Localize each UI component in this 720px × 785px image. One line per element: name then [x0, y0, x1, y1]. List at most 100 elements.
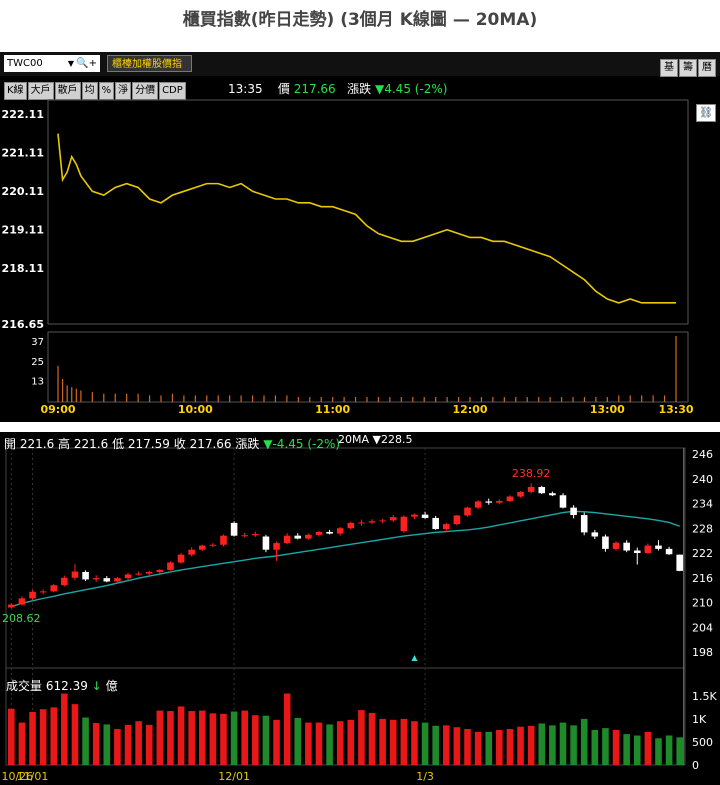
- price-ytick-label: 219.11: [2, 223, 44, 236]
- tab-net[interactable]: 淨: [115, 82, 132, 100]
- intraday-quote-bar: K線 大戶 散戶均% 淨分價 CDP 13:35 價 217.66 漲跌 ▼4.45 (…: [0, 76, 720, 100]
- candle-body: [220, 535, 227, 545]
- volume-bar: [457, 397, 460, 402]
- candle-body: [549, 493, 556, 496]
- volume-bar: [464, 729, 471, 765]
- volume-bar: [559, 722, 567, 765]
- kline-ytick-label: 204: [692, 621, 713, 634]
- link-icon[interactable]: ⛓: [696, 104, 716, 122]
- volume-ytick-label: 1K: [692, 713, 707, 726]
- tab-retail[interactable]: 散戶: [54, 82, 81, 100]
- volume-bar: [663, 395, 666, 402]
- volume-bar: [366, 397, 368, 402]
- candle-body: [18, 598, 26, 605]
- volume-bar: [560, 397, 563, 402]
- kline-ytick-label: 198: [692, 646, 713, 659]
- volume-bar: [71, 704, 79, 765]
- candle-body: [124, 574, 132, 579]
- candle-body: [61, 577, 68, 586]
- volume-bar: [595, 397, 597, 402]
- time-xtick-label: 12:00: [452, 403, 487, 416]
- chips-button[interactable]: 籌: [679, 59, 697, 77]
- volume-bar: [8, 708, 15, 765]
- high-value: 221.6: [73, 437, 109, 451]
- volume-bar: [274, 395, 277, 402]
- volume-bar: [675, 336, 677, 402]
- volume-ytick-label: 0: [692, 759, 699, 772]
- volume-bar: [61, 693, 68, 765]
- volume-bar: [570, 725, 577, 765]
- volume-bar: [309, 397, 311, 402]
- volume-bar: [549, 725, 556, 765]
- volume-ytick-label: 1.5K: [692, 690, 717, 703]
- volume-bar: [411, 721, 418, 765]
- candle-body: [336, 528, 344, 534]
- volume-bar: [612, 729, 620, 765]
- tab-price-volume[interactable]: 分價: [132, 82, 159, 100]
- candle-body: [294, 535, 302, 539]
- price-value: 217.66: [293, 82, 336, 96]
- candle-body: [443, 524, 450, 530]
- volume-bar: [18, 722, 26, 765]
- candle-body: [676, 554, 683, 571]
- price-ytick-label: 220.11: [2, 185, 44, 198]
- volume-bar: [358, 710, 365, 765]
- volume-down-arrow-icon: ↓: [91, 679, 102, 693]
- candle-body: [50, 585, 58, 592]
- volume-bar: [583, 397, 586, 402]
- volume-bar: [515, 397, 517, 402]
- volume-bar: [75, 388, 77, 402]
- close-value: 217.66: [189, 437, 232, 451]
- volume-bar: [114, 729, 121, 765]
- calendar-button[interactable]: 曆: [698, 59, 716, 77]
- volume-bar: [252, 715, 259, 765]
- page-title: 櫃買指數(昨日走勢) (3個月 K線圖 — 20MA): [182, 10, 538, 30]
- intraday-chart: 222.11 221.11 220.11 219.11 218.11 216.65 37 25…: [2, 99, 694, 416]
- tab-percent[interactable]: %: [98, 82, 115, 100]
- volume-bar: [641, 395, 643, 402]
- volume-bar: [124, 724, 132, 765]
- ma-legend: 20MA ▼228.5: [338, 433, 412, 446]
- tab-average[interactable]: 均: [81, 82, 98, 100]
- price-line-series: [57, 133, 676, 304]
- volume-bar: [368, 712, 376, 765]
- chevron-down-icon[interactable]: ▼: [68, 55, 74, 72]
- volume-bar: [39, 709, 47, 765]
- zoom-plus-icon[interactable]: 🔍+: [76, 55, 97, 72]
- volume-bar: [220, 713, 227, 765]
- volume-bar: [326, 724, 333, 765]
- candle-body: [538, 487, 546, 494]
- candle-body: [655, 545, 662, 549]
- volume-bar: [315, 722, 323, 765]
- tab-big-holders[interactable]: 大戶: [27, 82, 54, 100]
- candle-body: [198, 545, 206, 550]
- volume-bar: [209, 713, 217, 765]
- volume-bar: [206, 395, 208, 402]
- fundamental-button[interactable]: 基: [660, 59, 678, 77]
- volume-bar: [492, 397, 494, 402]
- volume-bar: [294, 717, 302, 765]
- candle-body: [517, 491, 524, 497]
- symbol-input[interactable]: TWC00 ▼ 🔍+: [4, 55, 100, 72]
- volume-bar: [354, 397, 357, 402]
- volume-bar: [469, 397, 471, 402]
- volume-bar: [580, 718, 588, 765]
- candle-body: [262, 536, 270, 550]
- volume-bar: [480, 397, 483, 402]
- candle-body: [379, 520, 386, 522]
- candle-body: [602, 536, 609, 549]
- tab-cdp[interactable]: CDP: [159, 82, 186, 100]
- candle-body: [358, 522, 365, 524]
- candle-body: [464, 507, 471, 516]
- price-ytick-label: 222.11: [2, 108, 44, 121]
- tab-kline[interactable]: K線: [4, 82, 27, 100]
- ma-label: 20MA: [338, 433, 370, 446]
- volume-bar: [137, 393, 139, 402]
- kline-xtick-label: 12/01: [218, 770, 250, 783]
- candle-body: [305, 534, 312, 539]
- volume-unit: 億: [105, 679, 118, 693]
- volume-bar: [114, 393, 116, 402]
- candle-body: [612, 542, 620, 549]
- price-plot-frame: [47, 99, 689, 325]
- candle-body: [591, 532, 599, 537]
